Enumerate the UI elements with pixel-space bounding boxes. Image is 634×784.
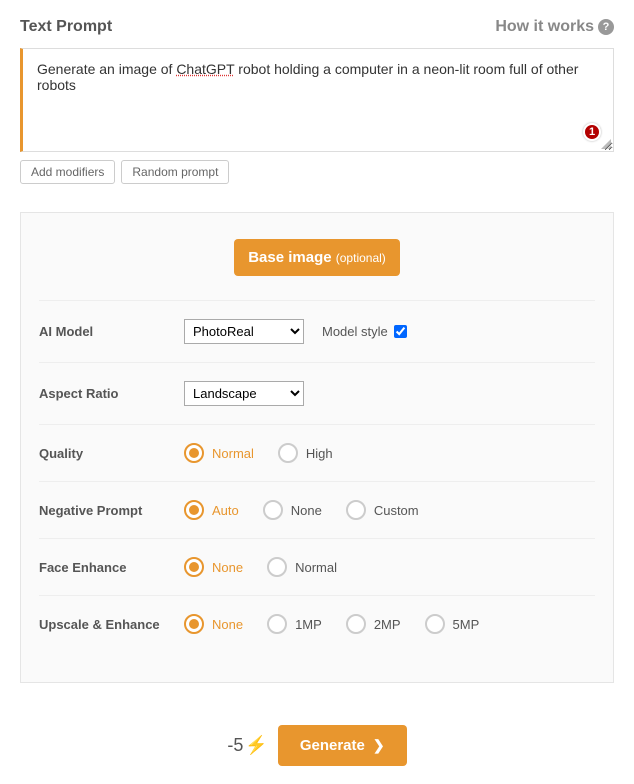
quality-normal-text: Normal — [212, 446, 254, 461]
generate-label: Generate — [300, 737, 365, 754]
base-image-optional: (optional) — [336, 251, 386, 265]
upscale-5mp-text: 5MP — [453, 617, 480, 632]
upscale-none-text: None — [212, 617, 243, 632]
settings-card: Base image (optional) AI Model PhotoReal… — [20, 212, 614, 683]
quality-row: Quality Normal High — [39, 424, 595, 481]
add-modifiers-button[interactable]: Add modifiers — [20, 160, 115, 184]
resize-handle-icon[interactable] — [601, 139, 611, 149]
quality-radio-group: Normal High — [184, 443, 333, 463]
quality-high-text: High — [306, 446, 333, 461]
radio-icon — [184, 557, 204, 577]
face-normal-option[interactable]: Normal — [267, 557, 337, 577]
base-image-button[interactable]: Base image (optional) — [234, 239, 400, 276]
generate-button[interactable]: Generate ❯ — [278, 725, 407, 766]
random-prompt-button[interactable]: Random prompt — [121, 160, 229, 184]
face-none-option[interactable]: None — [184, 557, 243, 577]
ai-model-row: AI Model PhotoReal Model style — [39, 300, 595, 362]
aspect-ratio-label: Aspect Ratio — [39, 386, 184, 401]
quality-label: Quality — [39, 446, 184, 461]
upscale-1mp-option[interactable]: 1MP — [267, 614, 322, 634]
negative-prompt-label: Negative Prompt — [39, 503, 184, 518]
radio-icon — [263, 500, 283, 520]
quality-high-option[interactable]: High — [278, 443, 333, 463]
prompt-spell-word: ChatGPT — [176, 61, 234, 77]
radio-icon — [184, 614, 204, 634]
radio-icon — [425, 614, 445, 634]
radio-icon — [267, 557, 287, 577]
negative-prompt-row: Negative Prompt Auto None Custom — [39, 481, 595, 538]
aspect-ratio-row: Aspect Ratio Landscape — [39, 362, 595, 424]
footer: -5 ⚡ Generate ❯ — [20, 725, 614, 766]
upscale-label: Upscale & Enhance — [39, 617, 184, 632]
upscale-5mp-option[interactable]: 5MP — [425, 614, 480, 634]
upscale-1mp-text: 1MP — [295, 617, 322, 632]
negprompt-auto-option[interactable]: Auto — [184, 500, 239, 520]
model-style-text: Model style — [322, 324, 388, 339]
radio-icon — [267, 614, 287, 634]
upscale-row: Upscale & Enhance None 1MP 2MP 5MP — [39, 595, 595, 652]
prompt-text-before: Generate an image of — [37, 61, 176, 77]
upscale-radio-group: None 1MP 2MP 5MP — [184, 614, 479, 634]
negprompt-none-text: None — [291, 503, 322, 518]
radio-icon — [184, 500, 204, 520]
ai-model-select[interactable]: PhotoReal — [184, 319, 304, 344]
negprompt-auto-text: Auto — [212, 503, 239, 518]
face-normal-text: Normal — [295, 560, 337, 575]
bolt-icon: ⚡ — [245, 735, 267, 756]
upscale-2mp-text: 2MP — [374, 617, 401, 632]
model-style-label[interactable]: Model style — [322, 324, 407, 339]
model-style-checkbox[interactable] — [394, 325, 407, 338]
negprompt-none-option[interactable]: None — [263, 500, 322, 520]
face-enhance-label: Face Enhance — [39, 560, 184, 575]
quality-normal-option[interactable]: Normal — [184, 443, 254, 463]
radio-icon — [278, 443, 298, 463]
cost-indicator: -5 ⚡ — [227, 735, 267, 756]
text-prompt-heading: Text Prompt — [20, 18, 112, 36]
negprompt-custom-text: Custom — [374, 503, 419, 518]
how-it-works-link[interactable]: How it works ? — [495, 18, 614, 36]
ai-model-label: AI Model — [39, 324, 184, 339]
face-none-text: None — [212, 560, 243, 575]
base-image-label: Base image — [248, 249, 331, 266]
help-icon: ? — [598, 19, 614, 35]
cost-value: -5 — [227, 735, 243, 756]
aspect-ratio-select[interactable]: Landscape — [184, 381, 304, 406]
prompt-textarea[interactable]: Generate an image of ChatGPT robot holdi… — [20, 48, 614, 152]
radio-icon — [346, 500, 366, 520]
how-it-works-label: How it works — [495, 18, 594, 36]
upscale-2mp-option[interactable]: 2MP — [346, 614, 401, 634]
face-enhance-row: Face Enhance None Normal — [39, 538, 595, 595]
upscale-none-option[interactable]: None — [184, 614, 243, 634]
radio-icon — [184, 443, 204, 463]
negative-prompt-radio-group: Auto None Custom — [184, 500, 419, 520]
radio-icon — [346, 614, 366, 634]
negprompt-custom-option[interactable]: Custom — [346, 500, 419, 520]
chevron-right-icon: ❯ — [373, 737, 385, 754]
face-enhance-radio-group: None Normal — [184, 557, 337, 577]
prompt-count-badge: 1 — [583, 123, 601, 141]
